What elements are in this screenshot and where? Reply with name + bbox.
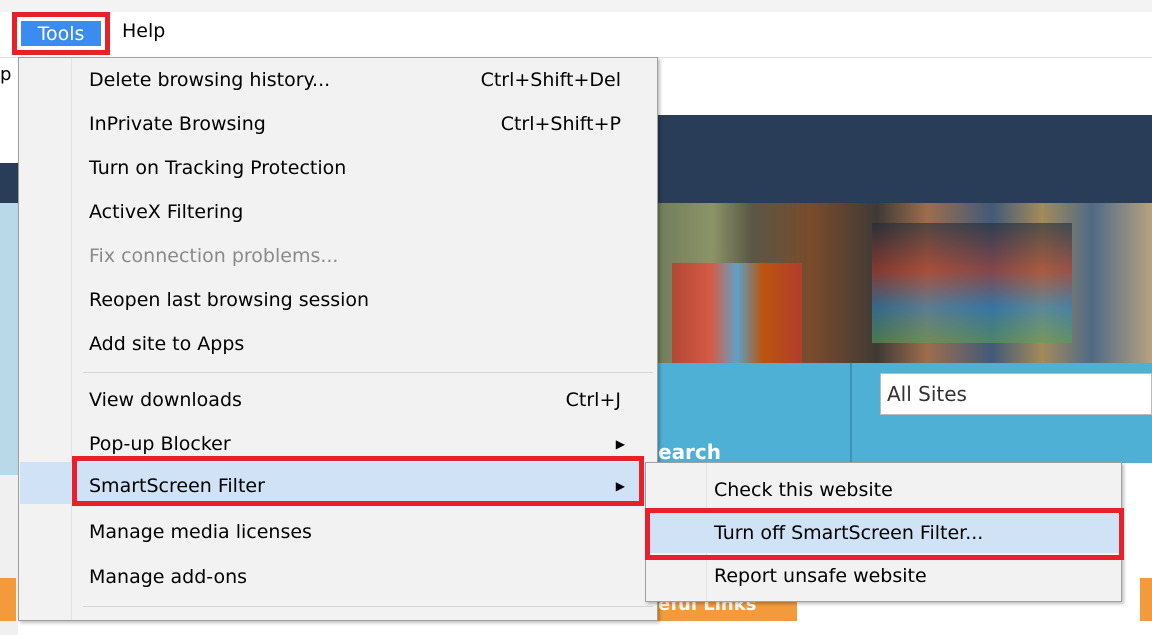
menu-item-delete-browsing-history[interactable]: Delete browsing history... Ctrl+Shift+De… xyxy=(89,58,649,102)
search-heading: earch xyxy=(658,440,722,464)
orange-block-left xyxy=(0,578,16,621)
orange-block-right xyxy=(1140,578,1152,621)
menu-bar xyxy=(0,12,1152,57)
menu-item-add-site-to-apps[interactable]: Add site to Apps xyxy=(89,322,649,366)
shortcut-label: Ctrl+J xyxy=(565,389,621,411)
menu-item-reopen-last-session[interactable]: Reopen last browsing session xyxy=(89,278,649,322)
site-banner-photo xyxy=(652,203,1152,363)
smartscreen-highlight-box xyxy=(72,456,644,506)
menu-item-tracking-protection[interactable]: Turn on Tracking Protection xyxy=(89,146,649,190)
menu-item-manage-media-licenses[interactable]: Manage media licenses xyxy=(89,510,649,554)
tools-menu-button[interactable]: Tools xyxy=(21,21,101,46)
menu-item-manage-add-ons[interactable]: Manage add-ons xyxy=(89,555,649,599)
chevron-right-icon: ▶ xyxy=(615,437,625,451)
turn-off-smartscreen-highlight-box xyxy=(645,508,1124,560)
menu-icon-gutter xyxy=(71,58,72,620)
search-scope-select[interactable]: All Sites xyxy=(880,373,1152,415)
shortcut-label: Ctrl+Shift+P xyxy=(500,113,621,135)
menu-item-inprivate-browsing[interactable]: InPrivate Browsing Ctrl+Shift+P xyxy=(89,102,649,146)
help-menu-button[interactable]: Help xyxy=(122,20,165,42)
command-bar-fragment: p xyxy=(0,64,12,85)
tools-dropdown-menu: Delete browsing history... Ctrl+Shift+De… xyxy=(18,57,658,621)
menu-separator xyxy=(83,372,653,373)
menu-item-fix-connection-problems: Fix connection problems... xyxy=(89,245,339,267)
search-band-divider xyxy=(850,363,852,463)
shortcut-label: Ctrl+Shift+Del xyxy=(480,69,621,91)
submenu-item-check-website[interactable]: Check this website xyxy=(714,469,1114,511)
menu-separator xyxy=(83,606,653,607)
submenu-item-report-unsafe-website[interactable]: Report unsafe website xyxy=(714,555,1114,597)
page-left-edge xyxy=(0,115,18,635)
menu-item-activex-filtering[interactable]: ActiveX Filtering xyxy=(89,190,649,234)
window-top-strip xyxy=(0,0,1152,12)
menu-item-view-downloads[interactable]: View downloads Ctrl+J xyxy=(89,378,649,422)
tools-menu-highlight-box: Tools xyxy=(12,12,110,55)
